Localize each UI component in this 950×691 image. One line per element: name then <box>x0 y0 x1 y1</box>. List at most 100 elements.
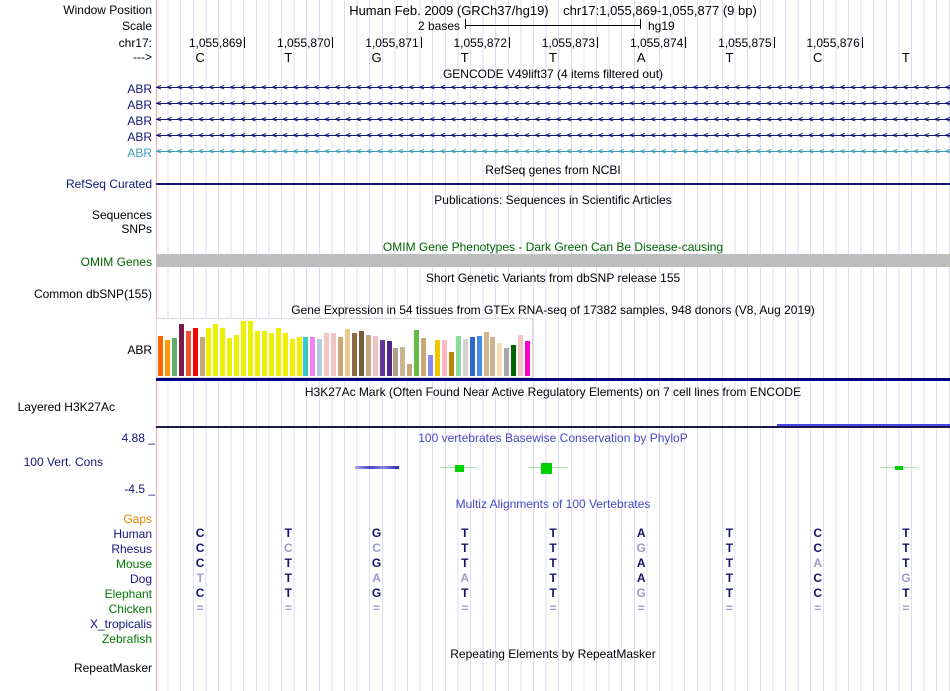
gtex-bar[interactable] <box>442 340 447 376</box>
gtex-bar[interactable] <box>400 347 405 376</box>
gtex-bar[interactable] <box>428 355 433 376</box>
track-label-repeatmasker[interactable]: RepeatMasker <box>0 661 152 675</box>
gtex-bar[interactable] <box>179 324 184 376</box>
gtex-bar[interactable] <box>414 330 419 376</box>
gtex-bar[interactable] <box>200 337 205 376</box>
track-label-sequences[interactable]: Sequences <box>0 208 152 222</box>
gtex-bar[interactable] <box>158 336 163 376</box>
gencode-transcript-3[interactable]: <<<<<<<<<<<<<<<<<<<<<<<<<<<<<<<<<<<<<<<<… <box>156 112 950 128</box>
gtex-bar[interactable] <box>227 338 232 376</box>
gtex-bar[interactable] <box>338 337 343 376</box>
gencode-transcript-1[interactable]: <<<<<<<<<<<<<<<<<<<<<<<<<<<<<<<<<<<<<<<<… <box>156 80 950 96</box>
gtex-bar[interactable] <box>241 321 246 376</box>
gtex-bar[interactable] <box>525 341 530 376</box>
track-label-omim-genes[interactable]: OMIM Genes <box>0 255 152 269</box>
gtex-bar[interactable] <box>186 331 191 376</box>
ruler-tick <box>862 37 863 48</box>
track-label-species-zebrafish[interactable]: Zebrafish <box>0 632 152 646</box>
track-label-species-rhesus[interactable]: Rhesus <box>0 542 152 556</box>
track-label-gencode-gene[interactable]: ABR <box>0 98 152 112</box>
phylop-positive-mark[interactable] <box>541 463 552 474</box>
alignment-base: A <box>637 571 646 585</box>
track-label-conservation[interactable]: 100 Vert. Cons <box>0 455 103 469</box>
gtex-bar[interactable] <box>359 331 364 376</box>
track-title-omim: OMIM Gene Phenotypes - Dark Green Can Be… <box>156 240 950 254</box>
gtex-bar[interactable] <box>269 333 274 376</box>
phylop-positive-mark[interactable] <box>455 465 464 472</box>
gtex-bar[interactable] <box>262 331 267 376</box>
scale-db-text: hg19 <box>648 19 675 33</box>
track-label-species-dog[interactable]: Dog <box>0 572 152 586</box>
gtex-bar[interactable] <box>421 338 426 376</box>
track-label-gaps[interactable]: Gaps <box>0 512 152 526</box>
gtex-bar[interactable] <box>484 332 489 376</box>
gtex-bar[interactable] <box>248 321 253 376</box>
track-label-species-human[interactable]: Human <box>0 527 152 541</box>
gtex-bar[interactable] <box>463 339 468 376</box>
track-label-species-mouse[interactable]: Mouse <box>0 557 152 571</box>
track-label-gencode-gene[interactable]: ABR <box>0 82 152 96</box>
track-label-species-x_tropicalis[interactable]: X_tropicalis <box>0 617 152 631</box>
gtex-bar[interactable] <box>366 335 371 376</box>
refseq-gene-line[interactable] <box>156 183 950 185</box>
gtex-bar[interactable] <box>373 336 378 376</box>
gtex-bar[interactable] <box>310 337 315 376</box>
gtex-bar[interactable] <box>165 340 170 376</box>
gtex-bar[interactable] <box>477 336 482 376</box>
gtex-bar[interactable] <box>456 336 461 376</box>
gtex-bar[interactable] <box>511 345 516 376</box>
gtex-bar[interactable] <box>193 328 198 376</box>
gtex-bar[interactable] <box>172 338 177 376</box>
omim-gene-bar[interactable] <box>156 254 950 267</box>
scale-bar-left-tick <box>465 19 466 29</box>
gtex-bar[interactable] <box>345 329 350 376</box>
gtex-bar[interactable] <box>324 333 329 376</box>
ruler-number: 1,055,870 <box>244 36 330 50</box>
gtex-bar[interactable] <box>276 328 281 376</box>
h3k27ac-signal-segment[interactable] <box>777 424 950 426</box>
track-label-snps[interactable]: SNPs <box>0 222 152 236</box>
gtex-bar[interactable] <box>283 333 288 376</box>
gtex-bar[interactable] <box>470 337 475 376</box>
gtex-bar[interactable] <box>297 337 302 376</box>
gtex-bar[interactable] <box>380 340 385 376</box>
gtex-bar[interactable] <box>393 348 398 376</box>
gtex-bar[interactable] <box>206 328 211 376</box>
alignment-base: T <box>902 541 909 555</box>
phylop-negative-mark[interactable] <box>355 466 399 469</box>
phylop-positive-mark[interactable] <box>895 466 903 470</box>
alignment-base: T <box>726 541 733 555</box>
track-label-gencode-gene[interactable]: ABR <box>0 114 152 128</box>
alignment-base: T <box>726 526 733 540</box>
gtex-bar[interactable] <box>331 333 336 376</box>
gtex-bar[interactable] <box>317 339 322 376</box>
track-label-common-dbsnp[interactable]: Common dbSNP(155) <box>0 287 152 301</box>
gtex-bar[interactable] <box>303 337 308 376</box>
gtex-bar[interactable] <box>352 333 357 376</box>
gtex-bar[interactable] <box>490 337 495 376</box>
gencode-transcript-2[interactable]: <<<<<<<<<<<<<<<<<<<<<<<<<<<<<<<<<<<<<<<<… <box>156 96 950 112</box>
track-label-h3k27ac[interactable]: Layered H3K27Ac <box>0 400 115 414</box>
gtex-bar[interactable] <box>449 352 454 376</box>
track-label-gencode-gene[interactable]: ABR <box>0 146 152 160</box>
gtex-bar[interactable] <box>213 324 218 376</box>
gencode-transcript-5[interactable]: <<<<<<<<<<<<<<<<<<<<<<<<<<<<<<<<<<<<<<<<… <box>156 144 950 160</box>
gtex-bar[interactable] <box>435 340 440 376</box>
track-label-gencode-gene[interactable]: ABR <box>0 130 152 144</box>
gencode-transcript-4[interactable]: <<<<<<<<<<<<<<<<<<<<<<<<<<<<<<<<<<<<<<<<… <box>156 128 950 144</box>
gtex-bar[interactable] <box>504 348 509 376</box>
gtex-bar[interactable] <box>290 339 295 376</box>
gtex-bar[interactable] <box>518 335 523 376</box>
track-label-gtex-gene[interactable]: ABR <box>0 343 152 357</box>
gtex-bar[interactable] <box>387 341 392 376</box>
gtex-bar[interactable] <box>497 343 502 376</box>
h3k27ac-baseline[interactable] <box>156 426 950 428</box>
gtex-bar[interactable] <box>220 328 225 376</box>
gtex-bar[interactable] <box>407 364 412 376</box>
gtex-expression-chart[interactable] <box>156 318 533 378</box>
track-label-refseq-curated[interactable]: RefSeq Curated <box>0 177 152 191</box>
track-label-species-elephant[interactable]: Elephant <box>0 587 152 601</box>
track-label-species-chicken[interactable]: Chicken <box>0 602 152 616</box>
gtex-bar[interactable] <box>255 331 260 376</box>
gtex-bar[interactable] <box>234 335 239 376</box>
